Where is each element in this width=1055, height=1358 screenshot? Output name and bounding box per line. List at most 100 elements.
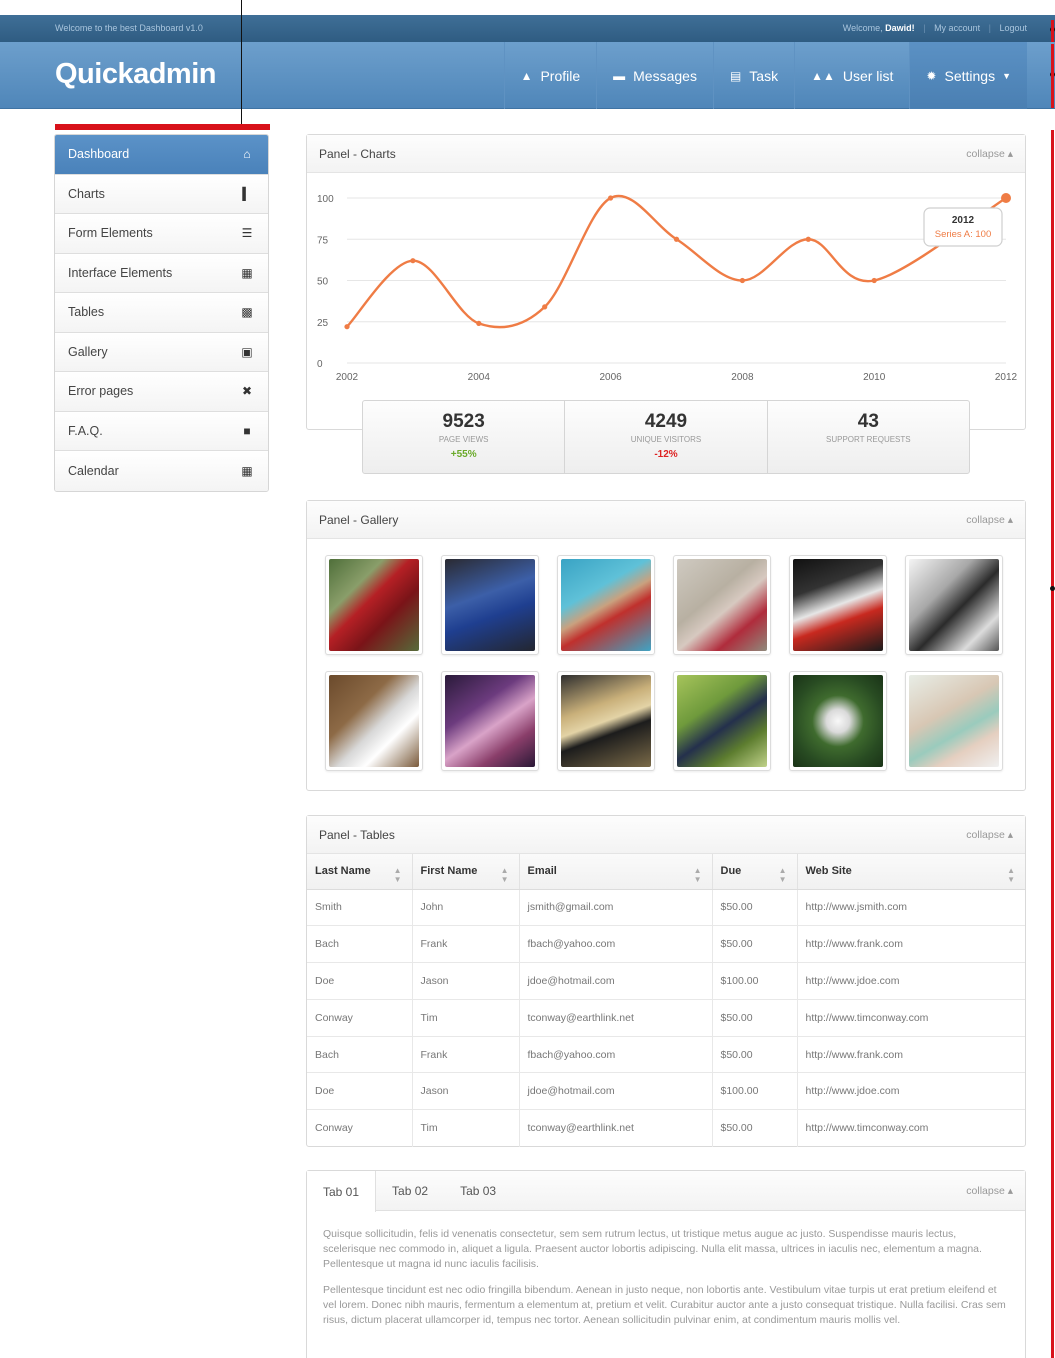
sort-icon: ▲ ▼	[778, 866, 787, 884]
table-cell: http://www.frank.com	[797, 1036, 1025, 1074]
table-row[interactable]: Smith John jsmith@gmail.com $50.00 http://ww…	[307, 889, 1025, 927]
my-account-link[interactable]: My account	[934, 23, 980, 33]
table-cell: John	[412, 889, 520, 927]
table-cell: $50.00	[712, 925, 798, 964]
tooltip-box	[923, 207, 1003, 247]
nav-messages[interactable]: ▬ Messages	[596, 42, 713, 109]
logout-link[interactable]: Logout	[999, 23, 1027, 33]
sidebar-item-error-pages[interactable]: Error pages ✖	[55, 372, 268, 412]
top-strip: Welcome to the best Dashboard v1.0 Welco…	[0, 15, 1055, 42]
stat-value: 9523	[442, 411, 485, 432]
collapse-button[interactable]: collapse ▴	[966, 829, 1013, 841]
stat-label: UNIQUE VISITORS	[630, 435, 702, 444]
sidebar-item-calendar[interactable]: Calendar ▦	[55, 451, 268, 491]
table-cell: $50.00	[712, 999, 798, 1037]
table-row[interactable]: Bach Frank fbach@yahoo.com $50.00 http://www…	[307, 1036, 1025, 1074]
gallery-thumbnail[interactable]	[441, 555, 539, 655]
tab-01[interactable]: Tab 01	[307, 1171, 377, 1212]
y-tick-label: 0	[317, 359, 323, 370]
table-cell: Frank	[412, 925, 520, 964]
wood-phone-photo	[329, 675, 419, 767]
gallery-thumbnail[interactable]	[673, 555, 771, 655]
welcome-text: Welcome to the best Dashboard v1.0	[55, 23, 203, 33]
nav-profile[interactable]: ▲ Profile	[503, 42, 597, 109]
table-cell: jdoe@hotmail.com	[519, 962, 713, 1000]
data-point	[410, 258, 416, 264]
column-header[interactable]: Web Site ▲ ▼	[797, 854, 1025, 890]
column-header[interactable]: Last Name ▲ ▼	[307, 854, 413, 890]
table-row[interactable]: Doe Jason jdoe@hotmail.com $100.00 http://ww…	[307, 1072, 1025, 1111]
tables-panel: Panel - Tables collapse ▴ Last Name ▲ ▼ Fi…	[306, 815, 1026, 1147]
woman-portrait-photo	[909, 675, 999, 767]
column-header[interactable]: First Name ▲ ▼	[412, 854, 520, 890]
greeting-text: Welcome,	[842, 23, 883, 33]
gallery-thumbnail[interactable]	[441, 671, 539, 771]
gallery-thumbnail[interactable]	[325, 671, 423, 771]
sidebar-item-interface-elements[interactable]: Interface Elements ▦	[55, 253, 268, 293]
bar-chart-icon: ▍	[242, 186, 252, 201]
table-cell: Smith	[307, 889, 413, 927]
sort-icon: ▲ ▼	[393, 866, 402, 884]
lit-wall-frames-photo	[445, 675, 535, 767]
y-tick-label: 75	[317, 235, 329, 246]
navbar: Quickadmin ▲ Profile ▬ Messages ▤ Task ▲…	[0, 42, 1055, 109]
tooltip-text: Series A: 100	[935, 229, 992, 240]
sidebar-item-gallery[interactable]: Gallery ▣	[55, 332, 268, 372]
y-tick-label: 100	[317, 194, 334, 205]
stat-support-requests: 43 SUPPORT REQUESTS	[768, 401, 969, 473]
collapse-button[interactable]: collapse ▴	[966, 148, 1013, 160]
nav-label: User list	[842, 67, 894, 84]
table-cell: http://www.timconway.com	[805, 1122, 929, 1135]
table-cell: Bach	[307, 925, 413, 964]
tab-content: Quisque sollicitudin, felis id venenatis…	[307, 1211, 1025, 1328]
collapse-button[interactable]: collapse ▴	[966, 1185, 1013, 1197]
home-icon: ⌂	[243, 147, 251, 162]
gallery-thumbnail[interactable]	[905, 671, 1003, 771]
grid-icon: ▩	[241, 305, 253, 320]
bird-on-branch-photo	[677, 675, 767, 767]
username: Dawid!	[885, 23, 915, 33]
table-cell: tconway@earthlink.net	[519, 999, 713, 1037]
nav-user-list[interactable]: ▲▲ User list	[794, 42, 909, 109]
separator: |	[988, 23, 991, 33]
nav-settings[interactable]: ✹ Settings ▼	[909, 42, 1027, 109]
table-cell: $100.00	[712, 962, 798, 1000]
stats-bar: 9523 PAGE VIEWS +55% 4249 UNIQUE VISITOR…	[362, 400, 970, 474]
column-header[interactable]: Email ▲ ▼	[519, 854, 713, 890]
table-cell: fbach@yahoo.com	[519, 1036, 713, 1074]
nav-label: Profile	[540, 67, 581, 84]
collapse-button[interactable]: collapse ▴	[966, 514, 1013, 526]
tab-02[interactable]: Tab 02	[376, 1171, 444, 1210]
gallery-thumbnail[interactable]	[789, 671, 887, 771]
sidebar-item-label: Tables	[68, 305, 105, 320]
gallery-thumbnail[interactable]	[789, 555, 887, 655]
panel-header: Panel - Tables collapse ▴	[307, 816, 1025, 854]
sidebar-item-charts[interactable]: Charts ▍	[55, 174, 268, 214]
gallery-thumbnail[interactable]	[325, 555, 423, 655]
table-row[interactable]: Conway Tim tconway@earthlink.net $50.00 http…	[307, 999, 1025, 1037]
table-row[interactable]: Doe Jason jdoe@hotmail.com $100.00 http://ww…	[307, 962, 1025, 1000]
document-icon: ▤	[729, 68, 742, 83]
sidebar-item-tables[interactable]: Tables ▩	[55, 293, 268, 333]
gallery-thumbnail[interactable]	[557, 671, 655, 771]
nav-task[interactable]: ▤ Task	[712, 42, 794, 109]
table-header-row: Last Name ▲ ▼ First Name ▲ ▼ Email ▲ ▼ Due ▲ ▼ W…	[307, 854, 1025, 890]
table-row[interactable]: Conway Tim tconway@earthlink.net $50.00 http…	[307, 1109, 1025, 1147]
annotation-line	[241, 0, 242, 127]
sidebar-item-faq[interactable]: F.A.Q. ■	[55, 411, 268, 451]
column-header[interactable]: Due ▲ ▼	[712, 854, 798, 890]
nav-label: Settings	[944, 67, 996, 84]
gallery-thumbnail[interactable]	[905, 555, 1003, 655]
stat-change: +55%	[450, 449, 477, 460]
x-tick-label: 2002	[336, 372, 359, 383]
gallery-thumbnail[interactable]	[557, 555, 655, 655]
table-row[interactable]: Bach Frank fbach@yahoo.com $50.00 http://www…	[307, 925, 1025, 964]
brand-logo[interactable]: Quickadmin	[55, 58, 217, 91]
tab-03[interactable]: Tab 03	[444, 1171, 512, 1210]
users-icon: ▲▲	[811, 68, 835, 83]
sidebar-item-dashboard[interactable]: Dashboard ⌂	[55, 135, 268, 175]
nav-label: Messages	[633, 67, 697, 84]
sidebar-item-form-elements[interactable]: Form Elements ☰	[55, 214, 268, 254]
gallery-thumbnail[interactable]	[673, 671, 771, 771]
sort-icon: ▲ ▼	[693, 866, 702, 884]
